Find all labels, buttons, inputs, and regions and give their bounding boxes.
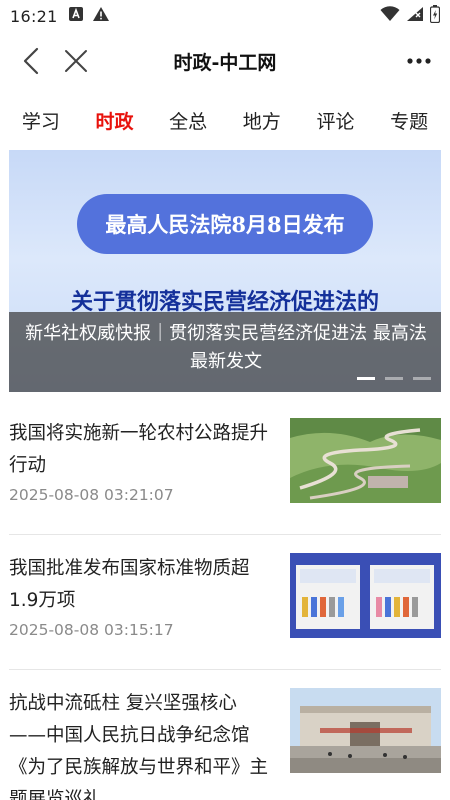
banner-carousel[interactable]: 最高人民法院8月8日发布 关于贯彻落实民营经济促进法的 新华社权威快报｜贯彻落实… [9,150,441,392]
tab-shizheng[interactable]: 时政 [89,103,139,138]
news-time: 2025-08-08 03:15:17 [9,621,174,639]
warning-icon [92,6,110,26]
memorial-hall-photo [290,688,441,773]
banner-pill-text: 最高人民法院8月8日发布 [77,194,373,254]
back-button[interactable] [18,46,46,76]
close-icon [65,50,87,72]
carousel-indicator [357,377,431,380]
news-item[interactable]: 我国批准发布国家标准物质超1.9万项 2025-08-08 03:15:17 [9,535,441,670]
back-icon [23,47,39,75]
news-title: 抗战中流砥柱 复兴坚强核心——中国人民抗日战争纪念馆《为了民族解放与世界和平》主… [9,693,269,800]
carousel-dot[interactable] [413,377,431,380]
more-button[interactable] [406,50,432,72]
news-title: 我国将实施新一轮农村公路提升行动 [9,423,269,476]
wifi-icon [380,6,400,26]
status-time: 16:21 [10,6,58,26]
status-bar: 16:21 [0,0,450,32]
tab-zhuanti[interactable]: 专题 [384,103,434,138]
more-icon [407,58,431,64]
tab-quanzong[interactable]: 全总 [163,103,213,138]
notification-a-icon [68,6,84,26]
tab-xuexi[interactable]: 学习 [16,103,66,138]
nav-bar: 时政-中工网 [0,32,450,90]
battery-icon [429,5,441,27]
tab-difang[interactable]: 地方 [237,103,287,138]
reference-material-kits-photo [290,553,441,638]
winding-road-photo [290,418,441,503]
news-list: 我国将实施新一轮农村公路提升行动 2025-08-08 03:21:07 我国批… [0,400,450,800]
news-time: 2025-08-08 03:21:07 [9,486,174,504]
news-item[interactable]: 抗战中流砥柱 复兴坚强核心——中国人民抗日战争纪念馆《为了民族解放与世界和平》主… [9,670,441,800]
news-item[interactable]: 我国将实施新一轮农村公路提升行动 2025-08-08 03:21:07 [9,400,441,535]
category-tabs: 学习 时政 全总 地方 评论 专题 [0,98,450,142]
tab-pinglun[interactable]: 评论 [310,103,360,138]
carousel-dot[interactable] [357,377,375,380]
signal-icon [406,6,424,26]
banner-caption: 新华社权威快报｜贯彻落实民营经济促进法 最高法最新发文 [25,323,427,372]
close-button[interactable] [62,46,90,76]
carousel-dot[interactable] [385,377,403,380]
news-title: 我国批准发布国家标准物质超1.9万项 [9,558,250,611]
